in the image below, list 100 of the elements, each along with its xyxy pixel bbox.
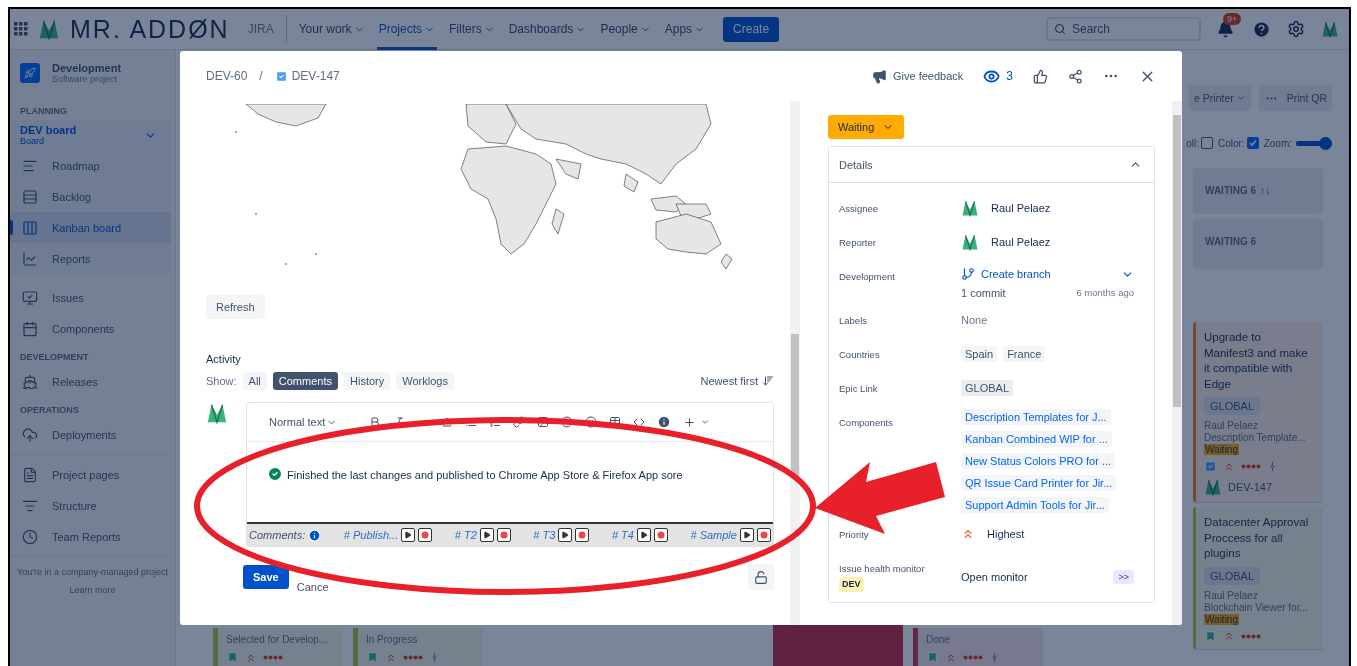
- sort-icon[interactable]: ↑↓: [1260, 185, 1271, 196]
- app-switcher-icon[interactable]: [14, 22, 28, 36]
- play-button[interactable]: [401, 528, 416, 542]
- nav-menu-item[interactable]: People: [598, 9, 653, 50]
- play-button[interactable]: [636, 528, 651, 542]
- card-assignee: Raul Pelaez: [1204, 420, 1259, 432]
- field-label: Issue health monitor: [839, 563, 925, 574]
- activity-filter[interactable]: History: [344, 372, 391, 390]
- record-button[interactable]: [496, 528, 511, 542]
- play-button[interactable]: [479, 528, 494, 542]
- create-button[interactable]: Create: [723, 16, 780, 42]
- sidebar-item[interactable]: Structure: [10, 490, 175, 521]
- link-icon[interactable]: [513, 416, 526, 428]
- rows-icon: [22, 188, 38, 205]
- sidebar-item[interactable]: Project pages: [10, 459, 175, 490]
- slider-thumb[interactable]: [1319, 136, 1332, 150]
- sidebar-item[interactable]: Releases: [10, 366, 175, 397]
- refresh-button[interactable]: Refresh: [206, 295, 265, 319]
- megaphone-icon: [872, 68, 887, 84]
- snippet-link[interactable]: # T4: [611, 529, 634, 541]
- info-icon[interactable]: [308, 528, 322, 542]
- bold-icon[interactable]: [369, 416, 382, 428]
- status-dropdown[interactable]: Waiting: [828, 115, 905, 139]
- component-link[interactable]: QR Issue Card Printer for Jir...: [961, 475, 1117, 491]
- printer-dropdown[interactable]: e Printer: [1189, 85, 1251, 111]
- play-button[interactable]: [739, 528, 754, 542]
- snippet-link[interactable]: # Publish...: [343, 529, 399, 541]
- learn-more-link[interactable]: Learn more: [10, 577, 175, 595]
- comment-editor[interactable]: Normal text Finished the last changes and published to Chrome App Store & Firefox App sore Comments: # Publish... # T2 # T3 # T4 # Sample: [246, 402, 774, 547]
- feedback-button[interactable]: Give feedback: [872, 68, 964, 84]
- breadcrumb-link[interactable]: DEV-60: [206, 69, 248, 83]
- scrollbar[interactable]: [790, 101, 800, 625]
- brand-logo[interactable]: MR. ADDØN: [70, 14, 230, 44]
- play-icon: [404, 531, 413, 539]
- code-icon[interactable]: [633, 416, 646, 428]
- create-branch-link[interactable]: Create branch: [961, 267, 1115, 281]
- activity-filter[interactable]: Comments: [272, 372, 338, 390]
- component-link[interactable]: Support Admin Tools for Jir...: [961, 497, 1109, 513]
- snippet-link[interactable]: # Sample: [690, 529, 737, 541]
- details-toggle[interactable]: Details: [829, 147, 1154, 183]
- insert-button[interactable]: [683, 415, 711, 429]
- print-qr-button[interactable]: Print QR: [1281, 85, 1332, 111]
- sidebar-item[interactable]: Team Reports: [10, 521, 175, 552]
- sidebar-item[interactable]: Issues: [10, 282, 175, 313]
- board-selector[interactable]: DEV board Board: [10, 120, 171, 150]
- snippet-link[interactable]: # T3: [533, 529, 556, 541]
- sidebar-item[interactable]: Roadmap: [10, 150, 171, 181]
- record-button[interactable]: [653, 528, 668, 542]
- open-button[interactable]: >>: [1113, 569, 1134, 584]
- lock-button[interactable]: [748, 564, 774, 590]
- epic-tag: GLOBAL: [1204, 397, 1261, 416]
- priority-icon: [1223, 630, 1235, 643]
- notifications-button[interactable]: [1217, 20, 1234, 38]
- record-button[interactable]: [418, 528, 433, 542]
- country-tag: France: [1003, 346, 1046, 362]
- nav-menu-item[interactable]: Apps: [662, 9, 708, 50]
- show-label: Show:: [206, 375, 237, 387]
- avatar-icon: [1204, 478, 1222, 497]
- record-button[interactable]: [756, 528, 771, 542]
- sidebar-item[interactable]: Kanban board: [10, 212, 171, 243]
- card-status: Selected for Develop...: [226, 634, 329, 645]
- record-button[interactable]: [575, 528, 590, 542]
- activity-filter[interactable]: Worklogs: [396, 372, 454, 390]
- text-style-dropdown[interactable]: Normal text: [269, 416, 338, 428]
- project-name: Development: [52, 62, 122, 74]
- mention-icon[interactable]: [561, 416, 574, 428]
- activity-filter[interactable]: All: [242, 372, 267, 390]
- emoji-icon[interactable]: [585, 416, 598, 428]
- sort-button[interactable]: Newest first: [700, 375, 774, 387]
- watchers-button[interactable]: 3: [983, 67, 1013, 85]
- checkbox[interactable]: [1200, 137, 1213, 149]
- breadcrumb-link[interactable]: DEV-147: [274, 69, 340, 83]
- play-button[interactable]: [558, 528, 573, 542]
- monitor-link[interactable]: Open monitor: [961, 570, 1028, 583]
- snippet-link[interactable]: # T2: [454, 529, 477, 541]
- text-color-icon[interactable]: [441, 416, 454, 428]
- field-label: Labels: [839, 315, 867, 326]
- search-field[interactable]: Search: [1046, 17, 1201, 41]
- checkbox[interactable]: [1246, 137, 1259, 149]
- sidebar-item[interactable]: Deployments: [10, 419, 175, 450]
- settings-icon[interactable]: [1287, 20, 1305, 38]
- sidebar-item[interactable]: Reports: [10, 243, 171, 274]
- share-icon[interactable]: [1068, 68, 1083, 84]
- image-icon[interactable]: [537, 416, 550, 428]
- play-icon: [482, 531, 491, 539]
- component-link[interactable]: New Status Colors PRO for ...: [961, 453, 1116, 469]
- scrollbar[interactable]: [1172, 101, 1182, 625]
- component-link[interactable]: Kanban Combined WIP for ...: [961, 431, 1112, 447]
- save-button[interactable]: Save: [243, 565, 289, 589]
- info-icon[interactable]: [657, 415, 672, 429]
- priority-value: Highest: [987, 528, 1025, 540]
- cancel-button[interactable]: Cance: [294, 581, 331, 593]
- nav-menu-item[interactable]: Dashboards: [506, 9, 589, 50]
- nav-menu-item[interactable]: Your work: [296, 9, 367, 50]
- component-link[interactable]: Description Templates for J...: [961, 409, 1111, 425]
- sidebar-item[interactable]: Backlog: [10, 181, 171, 212]
- thumbs-up-icon[interactable]: [1033, 68, 1048, 84]
- sidebar-item[interactable]: Components: [10, 313, 175, 344]
- help-icon[interactable]: [1252, 19, 1271, 39]
- nav-menu-item[interactable]: Filters: [447, 9, 497, 50]
